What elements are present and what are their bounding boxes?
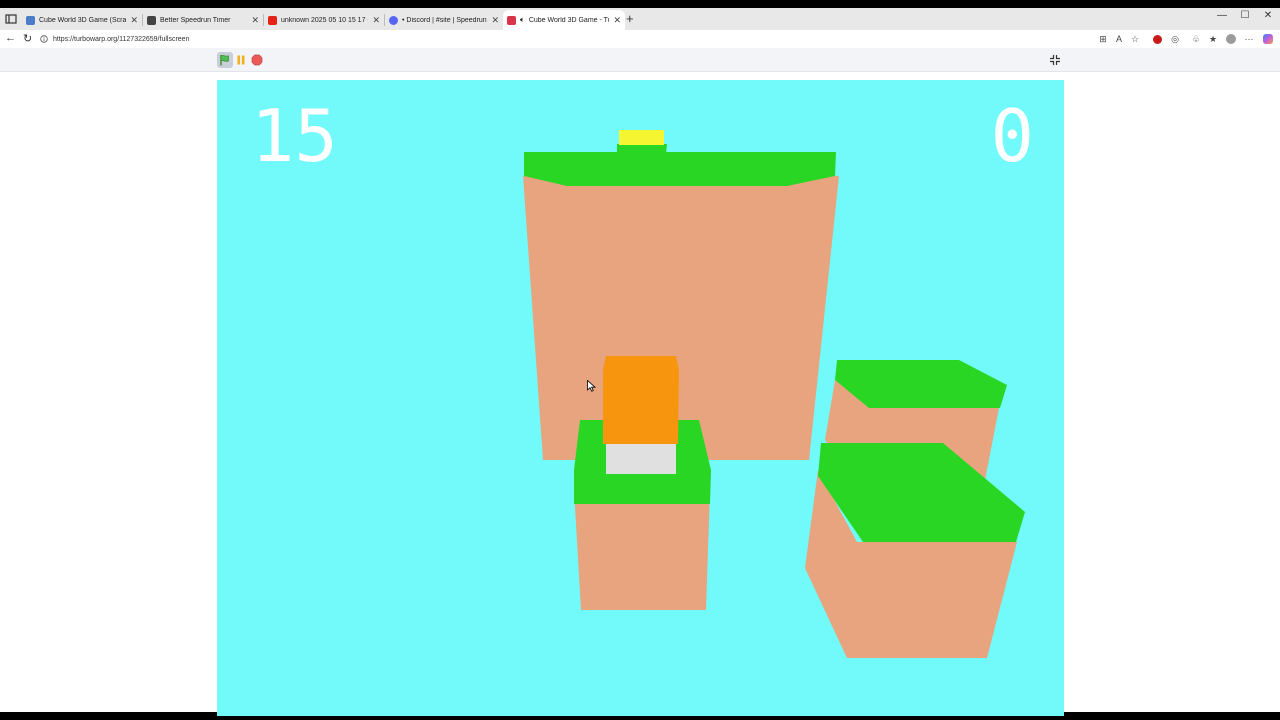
hud-counter-left: 15 bbox=[251, 94, 338, 178]
copilot-icon[interactable] bbox=[1262, 33, 1274, 45]
minimize-icon[interactable]: — bbox=[1210, 10, 1234, 21]
tab-favicon-icon bbox=[268, 15, 277, 25]
read-aloud-icon[interactable]: A bbox=[1113, 33, 1125, 45]
close-window-icon[interactable]: ✕ bbox=[1256, 10, 1280, 21]
pause-icon[interactable] bbox=[233, 52, 249, 68]
goal-platform-grass bbox=[617, 144, 667, 154]
profile-avatar-icon[interactable] bbox=[1225, 33, 1237, 45]
tab-title: • Discord | #site | Speedrun.com bbox=[402, 16, 487, 24]
tab-actions-icon[interactable] bbox=[4, 12, 18, 26]
tab-favicon-icon bbox=[26, 15, 35, 25]
tab-speedrun-timer[interactable]: Better Speedrun Timer ✕ bbox=[143, 10, 263, 30]
right-lower-top bbox=[818, 443, 1025, 542]
refresh-icon[interactable]: ↻ bbox=[23, 32, 32, 45]
favorite-star-icon[interactable]: ☆ bbox=[1129, 33, 1141, 45]
extension-icon[interactable]: ◎ bbox=[1169, 33, 1181, 45]
tab-cube-world-scratch[interactable]: Cube World 3D Game (Scratch) - ✕ bbox=[22, 10, 142, 30]
game-stage[interactable]: 15 0 bbox=[217, 80, 1064, 716]
maximize-icon[interactable]: ☐ bbox=[1233, 10, 1257, 21]
app-install-icon[interactable]: ⊞ bbox=[1097, 33, 1109, 45]
tab-title: Better Speedrun Timer bbox=[160, 16, 231, 24]
browser-essentials-icon[interactable]: ♧ bbox=[1190, 33, 1202, 45]
collections-icon[interactable]: ★ bbox=[1207, 33, 1219, 45]
browser-window: Cube World 3D Game (Scratch) - ✕ Better … bbox=[0, 8, 1280, 716]
site-info-icon[interactable] bbox=[40, 35, 48, 43]
tab-close-icon[interactable]: ✕ bbox=[491, 15, 499, 26]
tab-close-icon[interactable]: ✕ bbox=[613, 15, 621, 26]
tab-favicon-icon bbox=[389, 15, 398, 25]
new-tab-icon[interactable]: + bbox=[626, 11, 634, 26]
url-field[interactable]: https://turbowarp.org/1127322659/fullscr… bbox=[40, 31, 1120, 47]
address-bar: ← ↻ https://turbowarp.org/1127322659/ful… bbox=[0, 30, 1280, 48]
back-icon[interactable]: ← bbox=[5, 32, 16, 44]
front-platform-side bbox=[574, 490, 710, 610]
green-flag-icon[interactable] bbox=[217, 52, 233, 68]
player-controls-bar bbox=[0, 48, 1280, 72]
turbowarp-page: 15 0 bbox=[0, 48, 1280, 716]
extension-icon[interactable] bbox=[1151, 33, 1163, 45]
more-menu-icon[interactable]: ··· bbox=[1243, 33, 1255, 45]
tab-close-icon[interactable]: ✕ bbox=[251, 15, 259, 26]
tab-close-icon[interactable]: ✕ bbox=[372, 15, 380, 26]
back-platform-side bbox=[523, 176, 839, 460]
tab-close-icon[interactable]: ✕ bbox=[130, 15, 138, 26]
tab-discord[interactable]: • Discord | #site | Speedrun.com ✕ bbox=[385, 10, 503, 30]
back-platform-top bbox=[524, 152, 836, 186]
tab-favicon-icon bbox=[507, 15, 516, 25]
player-body bbox=[603, 356, 679, 444]
tab-cube-world-turbowarp[interactable]: 🔈︎ Cube World 3D Game - Turb ✕ bbox=[503, 10, 625, 30]
goal-block bbox=[619, 130, 664, 145]
hud-counter-right: 0 bbox=[990, 94, 1034, 178]
url-text: https://turbowarp.org/1127322659/fullscr… bbox=[53, 35, 190, 43]
mouse-cursor-icon bbox=[587, 380, 596, 392]
tab-title: unknown 2025 05 10 15 17 - You bbox=[281, 16, 368, 24]
tab-title: Cube World 3D Game - Turb bbox=[528, 16, 610, 24]
tab-title: Cube World 3D Game (Scratch) - bbox=[39, 16, 127, 24]
player-base bbox=[606, 442, 676, 474]
exit-fullscreen-icon[interactable] bbox=[1047, 52, 1063, 68]
tab-youtube[interactable]: unknown 2025 05 10 15 17 - You ✕ bbox=[264, 10, 384, 30]
game-scene bbox=[523, 130, 1025, 658]
tab-strip: Cube World 3D Game (Scratch) - ✕ Better … bbox=[0, 8, 1280, 30]
stop-icon[interactable] bbox=[249, 52, 265, 68]
tab-audio-icon[interactable]: 🔈︎ bbox=[520, 15, 525, 25]
right-upper-top bbox=[835, 360, 1007, 408]
tab-favicon-icon bbox=[147, 15, 156, 25]
